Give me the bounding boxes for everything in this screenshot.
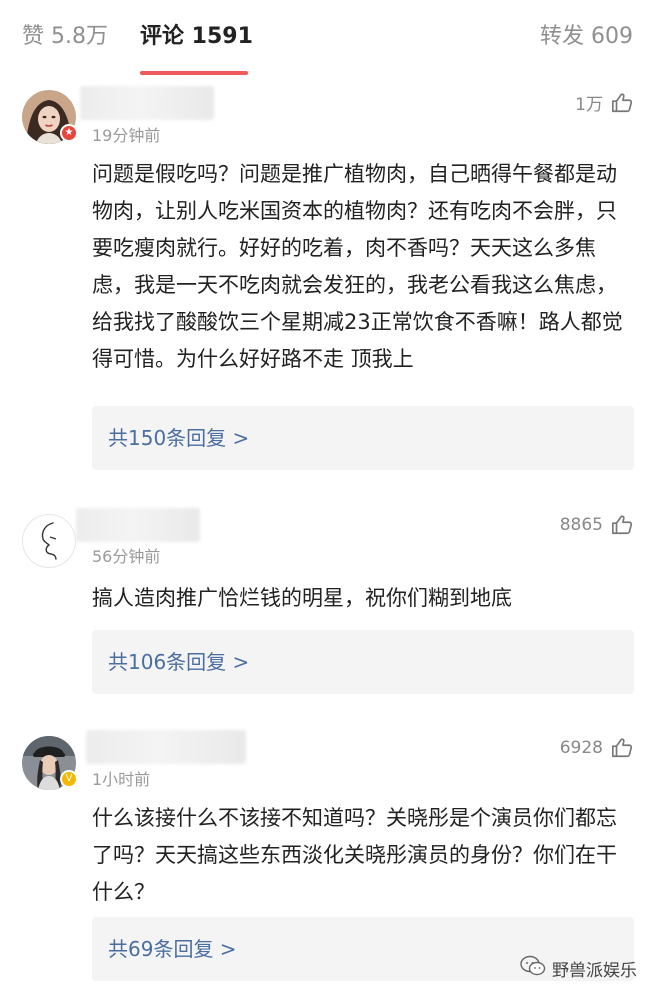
verified-badge: ★ <box>60 124 78 142</box>
avatar[interactable] <box>22 514 76 568</box>
comment-time: 1小时前 <box>92 770 151 789</box>
username-blurred[interactable] <box>86 730 246 764</box>
like-count: 1万 <box>575 95 603 115</box>
watermark-text: 野兽派娱乐 <box>552 961 637 981</box>
comment-text: 搞人造肉推广恰烂钱的明星，祝你们糊到地底 <box>92 586 512 610</box>
tab-reposts[interactable]: 转发 609 <box>540 20 633 54</box>
reply-summary[interactable]: 共106条回复 > <box>92 630 634 694</box>
comment-tabs: 赞 5.8万 评论 1591 转发 609 <box>0 0 655 78</box>
watermark: 野兽派娱乐 <box>520 955 637 982</box>
active-tab-indicator <box>140 71 248 75</box>
comment-text: 问题是假吃吗？问题是推广植物肉，自己晒得午餐都是动物肉，让别人吃米国资本的植物肉… <box>92 162 623 371</box>
thumbs-up-icon <box>611 737 633 759</box>
username-blurred[interactable] <box>80 86 214 120</box>
thumbs-up-icon <box>611 92 633 114</box>
view-replies-link[interactable]: 共106条回复 > <box>108 646 249 678</box>
comment-time: 56分钟前 <box>92 547 161 566</box>
view-replies-link[interactable]: 共69条回复 > <box>108 933 237 965</box>
wechat-icon <box>520 955 546 982</box>
tab-likes[interactable]: 赞 5.8万 <box>22 20 108 54</box>
comment-time: 19分钟前 <box>92 126 161 145</box>
username-blurred[interactable] <box>76 508 200 542</box>
verified-badge: V <box>60 770 78 788</box>
tab-comments[interactable]: 评论 1591 <box>140 20 253 54</box>
comment-text: 什么该接什么不该接不知道吗？关晓彤是个演员你们都忘了吗？天天搞这些东西淡化关晓彤… <box>92 806 617 904</box>
thumbs-up-icon <box>611 514 633 536</box>
like-button[interactable]: 1万 <box>575 90 633 115</box>
reply-summary[interactable]: 共150条回复 > <box>92 406 634 470</box>
like-button[interactable]: 6928 <box>560 737 633 759</box>
like-count: 6928 <box>559 738 603 758</box>
like-count: 8865 <box>559 515 603 535</box>
view-replies-link[interactable]: 共150条回复 > <box>108 422 249 454</box>
like-button[interactable]: 8865 <box>560 514 633 536</box>
